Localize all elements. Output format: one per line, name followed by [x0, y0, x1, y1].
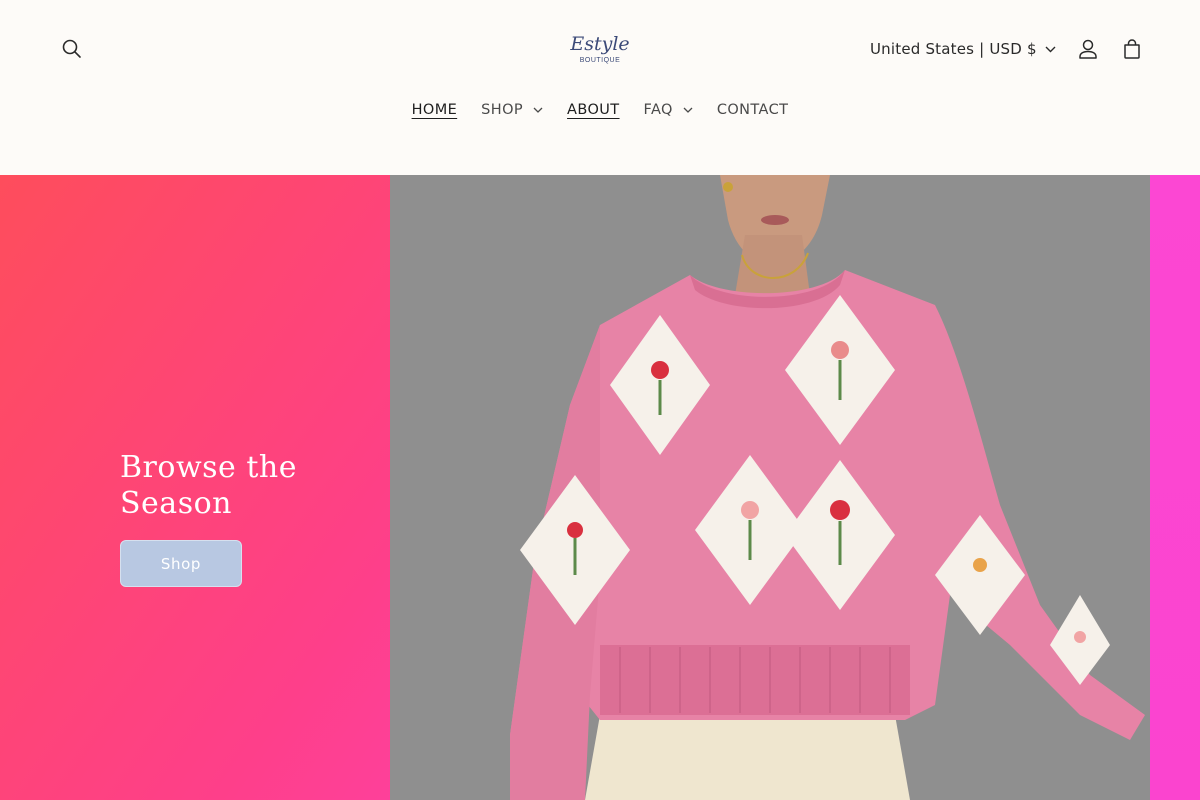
hero-image-model-sweater: [390, 175, 1150, 800]
nav-item-faq[interactable]: FAQ: [632, 102, 705, 118]
logo-script-text: Estyle: [570, 32, 630, 55]
hero-photo-illustration: [390, 175, 1150, 800]
nav-item-label: SHOP: [481, 102, 524, 118]
hero-title: Browse the Season: [120, 450, 297, 521]
account-button[interactable]: [1066, 27, 1110, 71]
account-icon: [1079, 39, 1097, 59]
main-nav: HOME SHOP ABOUT FAQ CONTACT: [0, 90, 1200, 130]
chevron-down-icon: [533, 107, 543, 113]
nav-item-contact[interactable]: CONTACT: [705, 102, 801, 118]
nav-item-label: CONTACT: [716, 102, 789, 118]
chevron-down-icon: [1045, 46, 1056, 52]
nav-item-shop[interactable]: SHOP: [469, 102, 555, 118]
search-icon: [62, 39, 81, 58]
chevron-down-icon: [683, 107, 693, 113]
hero-banner: Browse the Season Shop: [0, 175, 1200, 800]
hero-right-strip: [1150, 175, 1200, 800]
cart-button[interactable]: [1110, 27, 1154, 71]
logo-sub-text: BOUTIQUE: [579, 56, 621, 64]
country-currency-label: United States | USD $: [870, 40, 1037, 58]
nav-item-about[interactable]: ABOUT: [555, 102, 632, 118]
site-logo[interactable]: Estyle BOUTIQUE: [566, 26, 634, 72]
cart-icon: [1124, 39, 1140, 59]
search-button[interactable]: [50, 27, 94, 71]
nav-item-label: HOME: [411, 102, 458, 118]
nav-item-label: ABOUT: [567, 102, 620, 118]
nav-item-home[interactable]: HOME: [400, 102, 470, 118]
site-header: Estyle BOUTIQUE United States | USD $ HO…: [0, 0, 1200, 175]
shop-button[interactable]: Shop: [120, 540, 242, 587]
country-currency-selector[interactable]: United States | USD $: [870, 34, 1056, 64]
nav-item-label: FAQ: [643, 102, 673, 118]
